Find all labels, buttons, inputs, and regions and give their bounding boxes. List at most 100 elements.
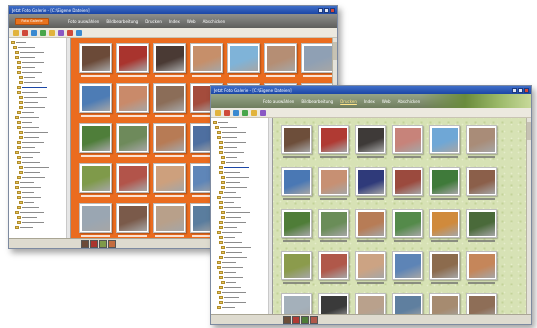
photo-thumbnail[interactable] — [318, 293, 349, 314]
grid-scrollbar[interactable] — [526, 118, 531, 314]
menu-item[interactable]: Index — [364, 99, 375, 104]
photo-thumbnail[interactable] — [392, 293, 423, 314]
toolbar-button[interactable] — [233, 109, 239, 116]
filmstrip-thumbnail[interactable] — [108, 239, 116, 248]
tree-scrollbar[interactable] — [268, 118, 272, 314]
toolbar-button[interactable] — [67, 29, 73, 36]
photo-thumbnail[interactable] — [355, 167, 386, 202]
menu-item[interactable]: Drucken — [340, 99, 357, 104]
photo-thumbnail[interactable] — [281, 167, 312, 202]
photo-thumbnail[interactable] — [392, 125, 423, 160]
photo-thumbnail[interactable] — [116, 83, 149, 119]
toolbar-button[interactable] — [22, 29, 28, 36]
photo-thumbnail[interactable] — [281, 125, 312, 160]
filmstrip-thumbnail[interactable] — [292, 315, 300, 324]
toolbar-button[interactable] — [215, 109, 221, 116]
title-bar[interactable]: Jetzt Foto Galerie - [C:\Eigene Dateien] — [9, 6, 337, 14]
photo-thumbnail[interactable] — [355, 293, 386, 314]
photo-thumbnail[interactable] — [392, 209, 423, 244]
menu-item[interactable]: Web — [187, 19, 196, 24]
toolbar-button[interactable] — [58, 29, 64, 36]
photo-thumbnail[interactable] — [153, 123, 186, 159]
photo-thumbnail[interactable] — [429, 125, 460, 160]
photo-thumbnail[interactable] — [466, 293, 497, 314]
filmstrip-thumbnail[interactable] — [90, 239, 98, 248]
photo-thumbnail[interactable] — [318, 251, 349, 286]
minimize-button[interactable] — [318, 7, 323, 13]
filmstrip-thumbnail[interactable] — [283, 315, 291, 324]
close-button[interactable] — [330, 7, 335, 13]
menu-item[interactable]: Drucken — [145, 19, 162, 24]
photo-thumbnail[interactable] — [466, 209, 497, 244]
photo-thumbnail[interactable] — [190, 43, 223, 79]
photo-thumbnail[interactable] — [466, 167, 497, 202]
maximize-button[interactable] — [518, 87, 523, 93]
photo-thumbnail[interactable] — [392, 167, 423, 202]
photo-thumbnail[interactable] — [318, 167, 349, 202]
photo-thumbnail[interactable] — [429, 209, 460, 244]
tree-scrollbar[interactable] — [66, 38, 70, 238]
photo-thumbnail[interactable] — [355, 125, 386, 160]
photo-thumbnail[interactable] — [79, 203, 112, 238]
toolbar-button[interactable] — [251, 109, 257, 116]
photo-thumbnail[interactable] — [153, 163, 186, 199]
photo-thumbnail[interactable] — [227, 43, 260, 79]
maximize-button[interactable] — [324, 7, 329, 13]
photo-thumbnail[interactable] — [79, 83, 112, 119]
photo-thumbnail[interactable] — [281, 251, 312, 286]
toolbar-button[interactable] — [13, 29, 19, 36]
toolbar-button[interactable] — [40, 29, 46, 36]
photo-thumbnail[interactable] — [116, 43, 149, 79]
menu-item[interactable]: Foto auswählen — [68, 19, 99, 24]
photo-thumbnail[interactable] — [429, 251, 460, 286]
photo-thumbnail[interactable] — [281, 209, 312, 244]
photo-thumbnail[interactable] — [79, 163, 112, 199]
brand-button[interactable]: Foto Galerie — [15, 17, 49, 25]
photo-thumbnail[interactable] — [153, 43, 186, 79]
filmstrip-thumbnail[interactable] — [301, 315, 309, 324]
photo-thumbnail[interactable] — [301, 43, 334, 79]
photo-thumbnail[interactable] — [153, 83, 186, 119]
photo-thumbnail[interactable] — [116, 163, 149, 199]
photo-thumbnail[interactable] — [116, 123, 149, 159]
photo-thumbnail[interactable] — [318, 209, 349, 244]
minimize-button[interactable] — [512, 87, 517, 93]
close-button[interactable] — [524, 87, 529, 93]
photo-thumbnail[interactable] — [466, 251, 497, 286]
photo-thumbnail[interactable] — [79, 43, 112, 79]
photo-thumbnail[interactable] — [264, 43, 297, 79]
folder-tree[interactable] — [211, 118, 273, 314]
photo-thumbnail[interactable] — [79, 123, 112, 159]
photo-thumbnail[interactable] — [116, 203, 149, 238]
filmstrip-thumbnail[interactable] — [81, 239, 89, 248]
toolbar-button[interactable] — [224, 109, 230, 116]
toolbar-button[interactable] — [76, 29, 82, 36]
photo-thumbnail[interactable] — [281, 293, 312, 314]
filmstrip-thumbnail[interactable] — [310, 315, 318, 324]
photo-thumbnail[interactable] — [153, 203, 186, 238]
photo-thumbnail[interactable] — [429, 167, 460, 202]
photo-thumbnail[interactable] — [392, 251, 423, 286]
photo-thumbnail[interactable] — [355, 209, 386, 244]
photo-thumbnail[interactable] — [318, 125, 349, 160]
photo-thumbnail[interactable] — [429, 293, 460, 314]
menu-item[interactable]: Index — [169, 19, 180, 24]
filmstrip-thumbnail[interactable] — [99, 239, 107, 248]
menu-item[interactable]: Foto auswählen — [263, 99, 294, 104]
menu-item[interactable]: Bildbearbeitung — [106, 19, 138, 24]
photo-thumbnail[interactable] — [355, 251, 386, 286]
tree-folder-item[interactable] — [213, 305, 270, 310]
tree-folder-item[interactable] — [11, 225, 68, 230]
menu-item[interactable]: Abschicken — [203, 19, 226, 24]
menu-item[interactable]: Bildbearbeitung — [301, 99, 333, 104]
toolbar-button[interactable] — [49, 29, 55, 36]
title-bar[interactable]: Jetzt Foto Galerie - [C:\Eigene Dateien] — [211, 86, 531, 94]
toolbar-button[interactable] — [31, 29, 37, 36]
toolbar-button[interactable] — [260, 109, 266, 116]
folder-tree[interactable] — [9, 38, 71, 238]
photo-thumbnail[interactable] — [466, 125, 497, 160]
menu-item[interactable]: Abschicken — [398, 99, 421, 104]
menu-item[interactable]: Web — [382, 99, 391, 104]
folder-icon — [17, 156, 21, 159]
toolbar-button[interactable] — [242, 109, 248, 116]
